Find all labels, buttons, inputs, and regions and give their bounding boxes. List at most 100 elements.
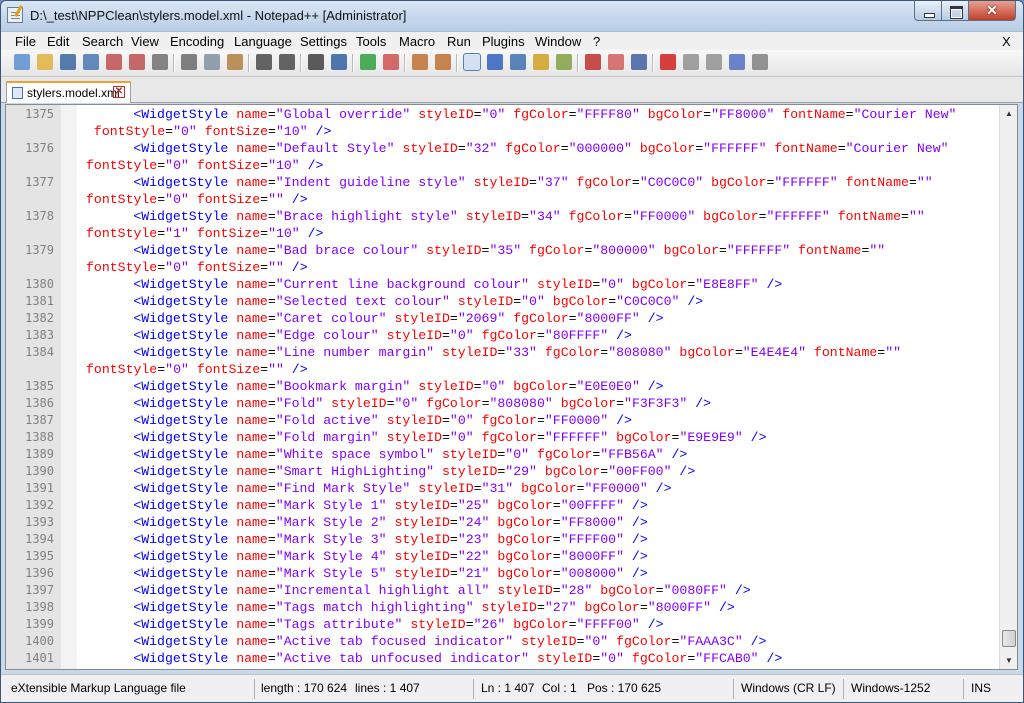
code-line[interactable]: 1395 <WidgetStyle name="Mark Style 4" st… bbox=[6, 548, 999, 565]
menu-window[interactable]: Window bbox=[535, 33, 581, 50]
code-line[interactable]: 1382 <WidgetStyle name="Caret colour" st… bbox=[6, 310, 999, 327]
record-macro-icon[interactable] bbox=[660, 54, 676, 70]
code-line[interactable]: 1376 <WidgetStyle name="Default Style" s… bbox=[6, 140, 999, 157]
notepadpp-app-icon[interactable] bbox=[7, 7, 23, 23]
editor-area[interactable]: ▲ ▼ 1375 <WidgetStyle name="Global overr… bbox=[5, 104, 1018, 670]
scroll-down-icon[interactable]: ▼ bbox=[1000, 652, 1017, 669]
close-icon[interactable] bbox=[106, 54, 122, 70]
vertical-scrollbar[interactable]: ▲ ▼ bbox=[999, 105, 1017, 669]
monitoring-icon[interactable] bbox=[631, 54, 647, 70]
code-line[interactable]: 1378 <WidgetStyle name="Brace highlight … bbox=[6, 208, 999, 225]
run-macro-multiple-icon[interactable] bbox=[729, 54, 745, 70]
print-icon[interactable] bbox=[152, 54, 168, 70]
function-list-icon[interactable] bbox=[585, 54, 601, 70]
redo-icon[interactable] bbox=[279, 54, 295, 70]
code-line[interactable]: fontStyle="1" fontSize="10" /> bbox=[6, 225, 999, 242]
menu-language[interactable]: Language bbox=[234, 33, 292, 50]
sync-vertical-icon[interactable] bbox=[412, 54, 428, 70]
code-line[interactable]: fontStyle="0" fontSize="10" /> bbox=[6, 157, 999, 174]
code-line[interactable]: 1379 <WidgetStyle name="Bad brace colour… bbox=[6, 242, 999, 259]
line-number: 1391 bbox=[25, 481, 54, 495]
code-line[interactable]: 1388 <WidgetStyle name="Fold margin" sty… bbox=[6, 429, 999, 446]
open-file-icon[interactable] bbox=[37, 54, 53, 70]
menu-plugins[interactable]: Plugins bbox=[482, 33, 525, 50]
tab-close-icon[interactable]: ✕ bbox=[113, 86, 125, 98]
stop-record-icon[interactable] bbox=[683, 54, 699, 70]
line-number: 1381 bbox=[25, 294, 54, 308]
code-line[interactable]: 1400 <WidgetStyle name="Active tab focus… bbox=[6, 633, 999, 650]
copy-icon[interactable] bbox=[204, 54, 220, 70]
code-line[interactable]: 1387 <WidgetStyle name="Fold active" sty… bbox=[6, 412, 999, 429]
minimize-button[interactable] bbox=[914, 1, 942, 21]
status-lines: lines : 1 407 bbox=[355, 681, 420, 695]
code-line[interactable]: 1399 <WidgetStyle name="Tags attribute" … bbox=[6, 616, 999, 633]
zoom-in-icon[interactable] bbox=[360, 54, 376, 70]
save-macro-icon[interactable] bbox=[752, 54, 768, 70]
sync-horizontal-icon[interactable] bbox=[435, 54, 451, 70]
code-line[interactable]: 1381 <WidgetStyle name="Selected text co… bbox=[6, 293, 999, 310]
code-line[interactable]: fontStyle="0" fontSize="" /> bbox=[6, 361, 999, 378]
status-encoding[interactable]: Windows-1252 bbox=[845, 679, 930, 699]
zoom-out-icon[interactable] bbox=[383, 54, 399, 70]
code-line[interactable]: 1391 <WidgetStyle name="Find Mark Style"… bbox=[6, 480, 999, 497]
code-line[interactable]: fontStyle="0" fontSize="10" /> bbox=[6, 123, 999, 140]
menu-view[interactable]: View bbox=[131, 33, 159, 50]
new-file-icon[interactable] bbox=[14, 54, 30, 70]
scroll-up-icon[interactable]: ▲ bbox=[1000, 105, 1017, 122]
word-wrap-icon[interactable] bbox=[463, 53, 481, 71]
menu-help[interactable]: ? bbox=[593, 33, 600, 50]
code-line[interactable]: 1384 <WidgetStyle name="Line number marg… bbox=[6, 344, 999, 361]
close-document-button[interactable]: X bbox=[1002, 33, 1011, 50]
status-insert-mode[interactable]: INS bbox=[965, 679, 991, 699]
tab-stylers-model-xml[interactable]: stylers.model.xml ✕ bbox=[6, 81, 131, 103]
play-macro-icon[interactable] bbox=[706, 54, 722, 70]
code-line[interactable]: 1389 <WidgetStyle name="White space symb… bbox=[6, 446, 999, 463]
code-line[interactable]: 1375 <WidgetStyle name="Global override"… bbox=[6, 106, 999, 123]
close-all-icon[interactable] bbox=[129, 54, 145, 70]
menu-tools[interactable]: Tools bbox=[356, 33, 386, 50]
code-line[interactable]: 1385 <WidgetStyle name="Bookmark margin"… bbox=[6, 378, 999, 395]
menu-search[interactable]: Search bbox=[82, 33, 123, 50]
code-line[interactable]: fontStyle="0" fontSize="" /> bbox=[6, 191, 999, 208]
code-line[interactable]: 1393 <WidgetStyle name="Mark Style 2" st… bbox=[6, 514, 999, 531]
code-line[interactable]: fontStyle="0" fontSize="" /> bbox=[6, 259, 999, 276]
status-eol[interactable]: Windows (CR LF) bbox=[735, 679, 836, 699]
user-language-icon[interactable] bbox=[533, 54, 549, 70]
folder-workspace-icon[interactable] bbox=[608, 54, 624, 70]
cut-icon[interactable] bbox=[181, 54, 197, 70]
tab-bar: stylers.model.xml ✕ bbox=[1, 77, 1023, 103]
find-icon[interactable] bbox=[308, 54, 324, 70]
code-line[interactable]: 1392 <WidgetStyle name="Mark Style 1" st… bbox=[6, 497, 999, 514]
maximize-button[interactable] bbox=[941, 1, 969, 21]
indent-guide-icon[interactable] bbox=[510, 54, 526, 70]
code-line[interactable]: 1390 <WidgetStyle name="Smart HighLighti… bbox=[6, 463, 999, 480]
code-line[interactable]: 1386 <WidgetStyle name="Fold" styleID="0… bbox=[6, 395, 999, 412]
code-line[interactable]: 1398 <WidgetStyle name="Tags match highl… bbox=[6, 599, 999, 616]
menu-file[interactable]: File bbox=[15, 33, 36, 50]
code-text: <WidgetStyle name="Fold active" styleID=… bbox=[133, 413, 632, 428]
line-number: 1383 bbox=[25, 328, 54, 342]
code-line[interactable]: 1396 <WidgetStyle name="Mark Style 5" st… bbox=[6, 565, 999, 582]
save-all-icon[interactable] bbox=[83, 54, 99, 70]
close-window-button[interactable]: ✕ bbox=[968, 1, 1016, 21]
save-icon[interactable] bbox=[60, 54, 76, 70]
menu-run[interactable]: Run bbox=[447, 33, 471, 50]
scroll-thumb[interactable] bbox=[1002, 630, 1016, 647]
paste-icon[interactable] bbox=[227, 54, 243, 70]
show-all-chars-icon[interactable] bbox=[487, 54, 503, 70]
menu-settings[interactable]: Settings bbox=[300, 33, 347, 50]
doc-map-icon[interactable] bbox=[556, 54, 572, 70]
code-line[interactable]: 1383 <WidgetStyle name="Edge colour" sty… bbox=[6, 327, 999, 344]
code-line[interactable]: 1401 <WidgetStyle name="Active tab unfoc… bbox=[6, 650, 999, 667]
code-line[interactable]: 1394 <WidgetStyle name="Mark Style 3" st… bbox=[6, 531, 999, 548]
menu-macro[interactable]: Macro bbox=[399, 33, 435, 50]
undo-icon[interactable] bbox=[256, 54, 272, 70]
code-line[interactable]: 1377 <WidgetStyle name="Indent guideline… bbox=[6, 174, 999, 191]
replace-icon[interactable] bbox=[331, 54, 347, 70]
code-text: <WidgetStyle name="Line number margin" s… bbox=[133, 345, 902, 360]
title-bar[interactable]: D:\_test\NPPClean\stylers.model.xml - No… bbox=[1, 1, 1023, 31]
code-line[interactable]: 1380 <WidgetStyle name="Current line bac… bbox=[6, 276, 999, 293]
code-line[interactable]: 1397 <WidgetStyle name="Incremental high… bbox=[6, 582, 999, 599]
menu-encoding[interactable]: Encoding bbox=[170, 33, 224, 50]
menu-edit[interactable]: Edit bbox=[47, 33, 69, 50]
